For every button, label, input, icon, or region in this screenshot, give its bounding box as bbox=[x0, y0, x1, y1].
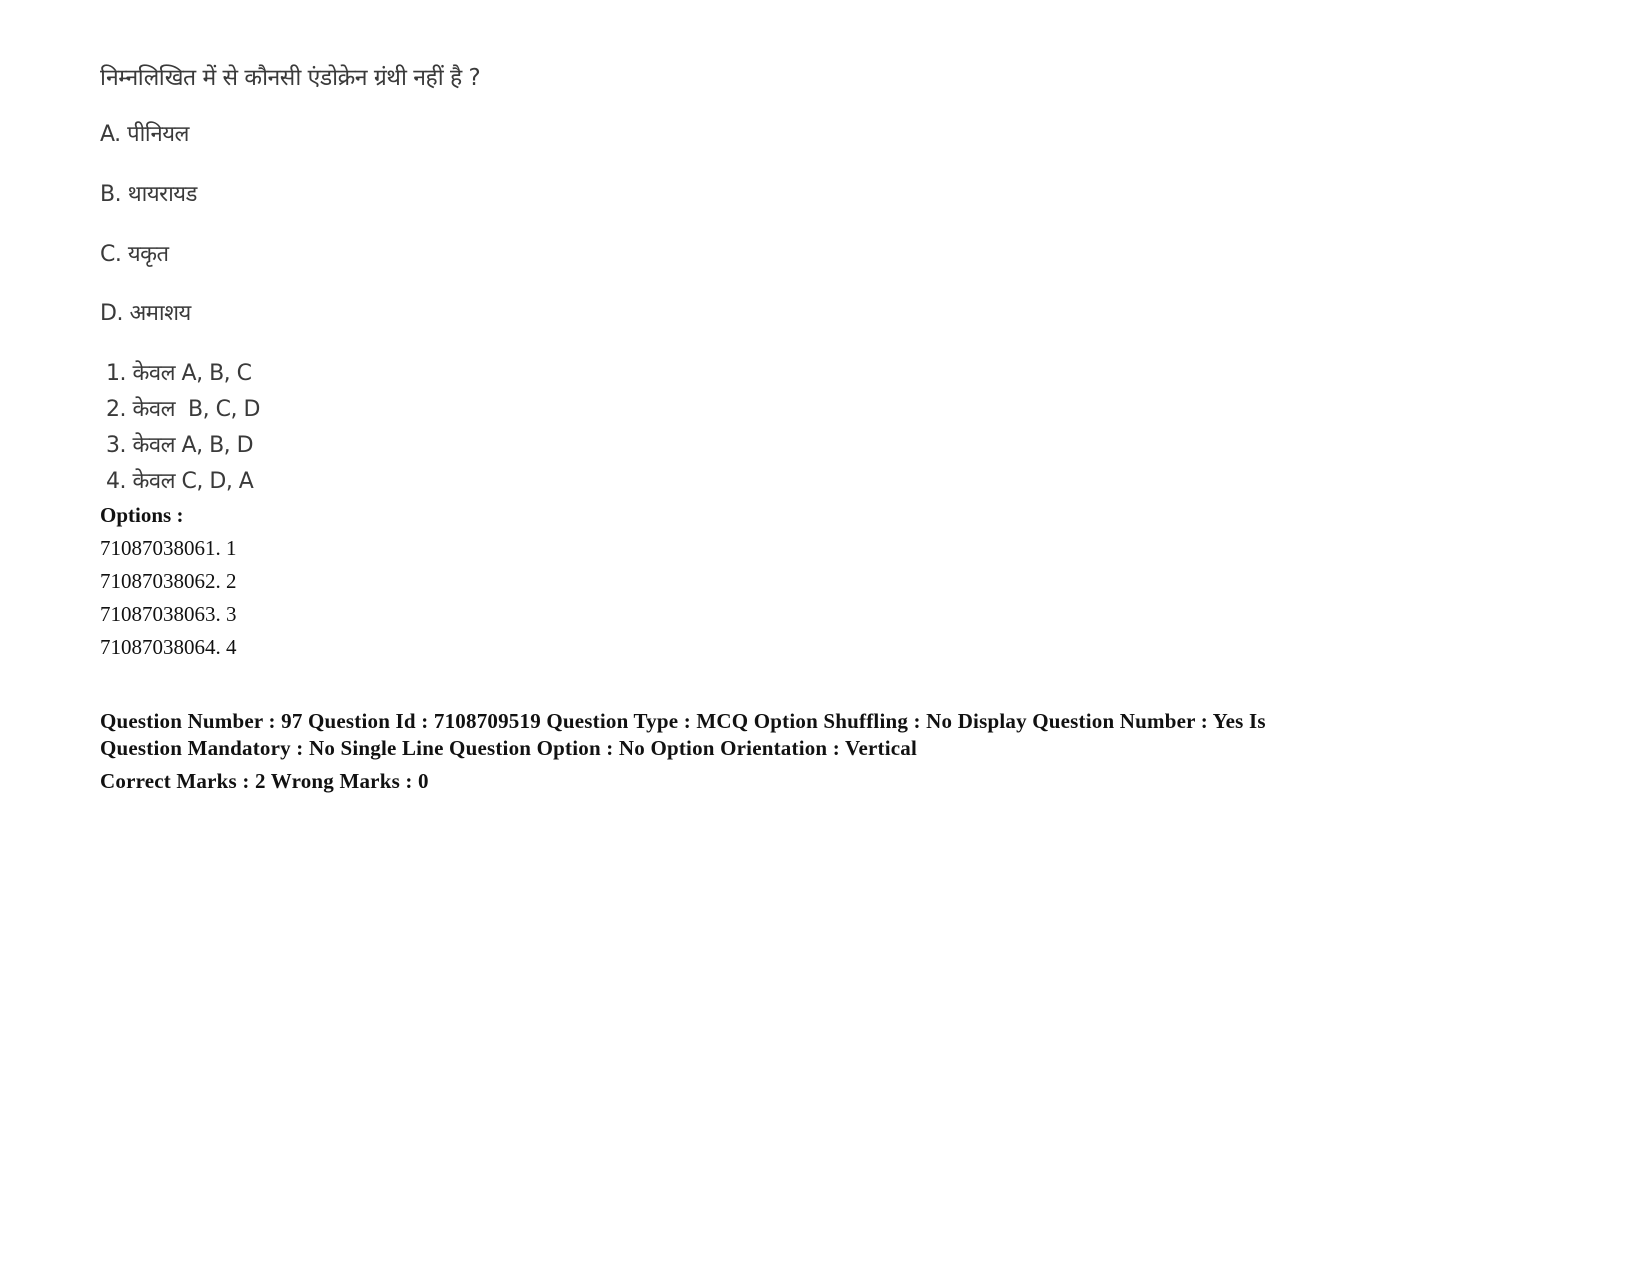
choice-text: केवल B, C, D bbox=[132, 397, 261, 422]
choice-number: 4. bbox=[106, 469, 127, 494]
statement-a: A. पीनियल bbox=[100, 118, 189, 148]
statement-label: D. bbox=[100, 301, 123, 326]
choice-3: 3. केवल A, B, D bbox=[106, 429, 254, 459]
choice-text: केवल C, D, A bbox=[132, 469, 254, 494]
statement-label: A. bbox=[100, 122, 121, 147]
choice-number: 2. bbox=[106, 397, 127, 422]
question-metadata-line-1: Question Number : 97 Question Id : 71087… bbox=[100, 709, 1266, 733]
option-value: 2 bbox=[226, 569, 237, 593]
statement-label: C. bbox=[100, 242, 122, 267]
statement-b: B. थायरायड bbox=[100, 178, 197, 208]
option-id-line: 71087038061. 1 bbox=[100, 536, 237, 561]
choice-2: 2. केवल B, C, D bbox=[106, 393, 260, 423]
choice-text: केवल A, B, D bbox=[132, 433, 254, 458]
choice-number: 1. bbox=[106, 361, 127, 386]
statement-text: थायरायड bbox=[127, 182, 198, 207]
option-value: 4 bbox=[226, 635, 237, 659]
choice-number: 3. bbox=[106, 433, 127, 458]
choice-text: केवल A, B, C bbox=[132, 361, 253, 386]
option-id: 71087038063. bbox=[100, 602, 221, 626]
document-page: निम्नलिखित में से कौनसी एंडोक्रेन ग्रंथी… bbox=[0, 0, 1650, 1275]
option-id-line: 71087038062. 2 bbox=[100, 569, 237, 594]
option-id: 71087038062. bbox=[100, 569, 221, 593]
statement-text: पीनियल bbox=[127, 122, 189, 147]
statement-d: D. अमाशय bbox=[100, 297, 191, 327]
option-id-line: 71087038063. 3 bbox=[100, 602, 237, 627]
statement-text: यकृत bbox=[127, 242, 169, 267]
option-id-line: 71087038064. 4 bbox=[100, 635, 237, 660]
question-stem: निम्नलिखित में से कौनसी एंडोक्रेन ग्रंथी… bbox=[100, 65, 481, 91]
option-value: 3 bbox=[226, 602, 237, 626]
option-value: 1 bbox=[226, 536, 237, 560]
marks-info: Correct Marks : 2 Wrong Marks : 0 bbox=[100, 769, 429, 793]
choice-1: 1. केवल A, B, C bbox=[106, 357, 252, 387]
statement-text: अमाशय bbox=[129, 301, 191, 326]
options-heading: Options : bbox=[100, 503, 184, 527]
option-id: 71087038061. bbox=[100, 536, 221, 560]
statement-label: B. bbox=[100, 182, 122, 207]
statement-c: C. यकृत bbox=[100, 238, 169, 268]
choice-4: 4. केवल C, D, A bbox=[106, 465, 254, 495]
option-id: 71087038064. bbox=[100, 635, 221, 659]
question-metadata-line-2: Question Mandatory : No Single Line Ques… bbox=[100, 736, 917, 760]
